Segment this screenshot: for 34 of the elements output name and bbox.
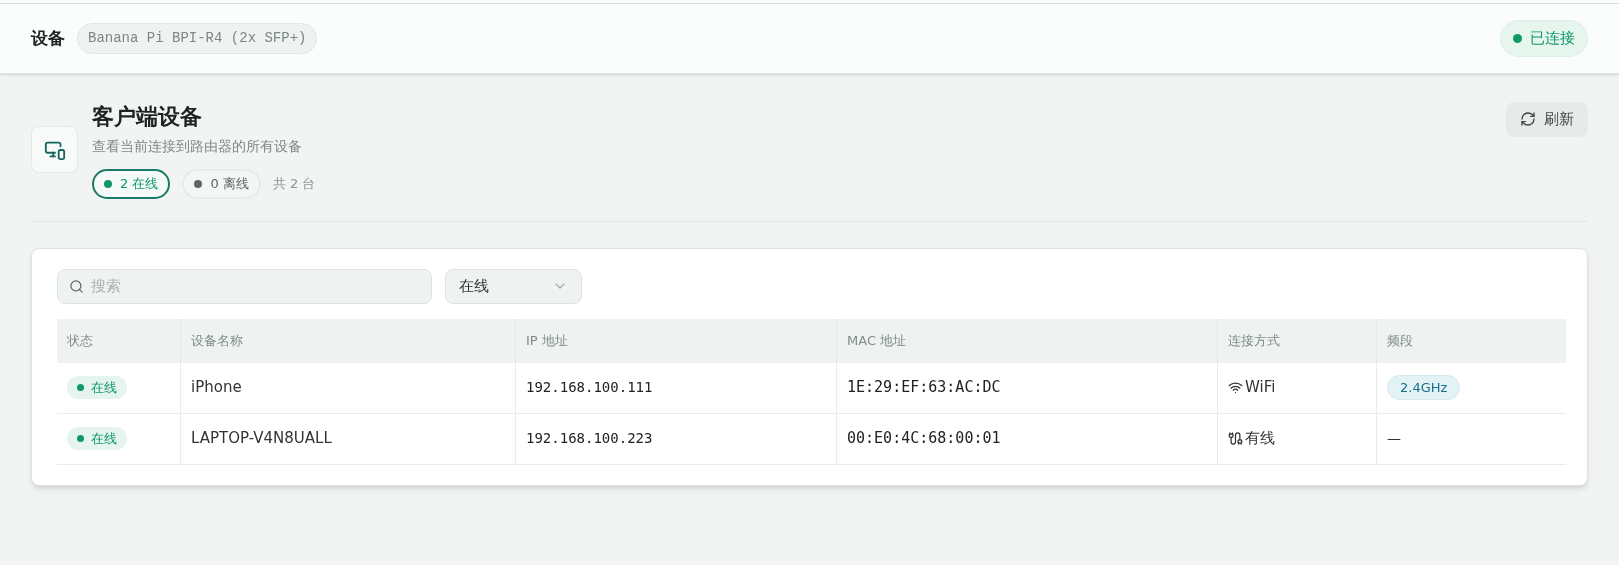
band-text: — <box>1387 429 1401 448</box>
column-header: 连接方式 <box>1218 318 1377 363</box>
search-field[interactable]: 搜索 <box>57 268 432 304</box>
online-badge: 在线 <box>67 375 127 400</box>
column-header: 频段 <box>1386 331 1414 350</box>
status-filter-chip[interactable]: 0 离线 <box>182 169 261 199</box>
column-header: MAC 地址 <box>837 318 1218 363</box>
status-filter-chip[interactable]: 2 在线 <box>92 169 171 199</box>
table-cell-text: 192.168.100.111 <box>526 378 653 397</box>
refresh-button[interactable]: 刷新 <box>1506 102 1588 137</box>
status-dropdown[interactable]: 在线 <box>445 268 582 304</box>
wifi-icon <box>1228 380 1243 395</box>
column-header: IP 地址 <box>516 318 837 363</box>
refresh-icon <box>1520 111 1536 128</box>
column-header: 设备名称 <box>181 318 516 363</box>
online-badge: 在线 <box>67 426 127 451</box>
table-cell-text: 192.168.100.223 <box>526 429 653 448</box>
table-cell-text: 有线 <box>1245 428 1275 450</box>
table-cell-text: 1E:29:EF:63:AC:DC <box>847 377 1001 399</box>
connection-status: 已连接 <box>1500 20 1588 57</box>
cable-icon <box>1228 431 1243 446</box>
table-cell-text: LAPTOP-V4N8UALL <box>191 428 332 450</box>
device-name: Banana Pi BPI-R4 (2x SFP+) <box>77 23 318 54</box>
table-cell-text: WiFi <box>1245 377 1276 399</box>
table-cell-text: 00:E0:4C:68:00:01 <box>847 428 1001 450</box>
table-cell-text: iPhone <box>191 377 242 399</box>
section-subtitle: 查看当前连接到路由器的所有设备 <box>92 137 303 156</box>
band-badge: 2.4GHz <box>1387 374 1461 401</box>
devices-icon <box>31 126 78 173</box>
column-header: 状态 <box>57 318 181 363</box>
page-title: 设备 <box>31 26 65 50</box>
section-title: 客户端设备 <box>92 103 203 131</box>
search-icon <box>69 278 84 294</box>
total-count: 共 2 台 <box>272 175 316 193</box>
